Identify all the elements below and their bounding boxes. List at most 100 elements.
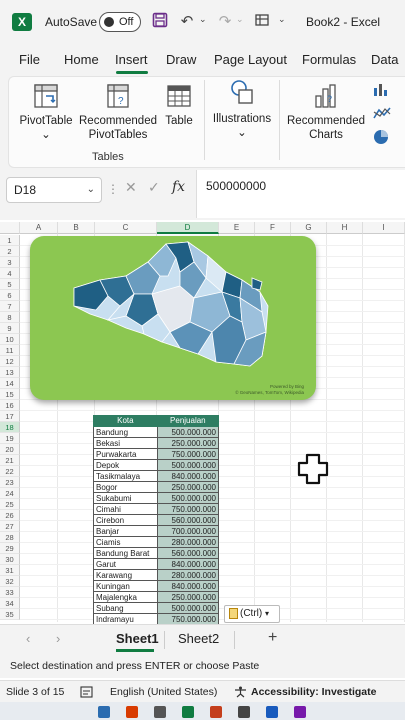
tab-home[interactable]: Home <box>64 52 99 67</box>
row-header-12[interactable]: 12 <box>0 356 20 367</box>
row-header-19[interactable]: 19 <box>0 433 20 444</box>
column-header-h[interactable]: H <box>327 222 363 234</box>
previous-sheet-icon[interactable]: ‹ <box>26 631 30 646</box>
row-header-16[interactable]: 16 <box>0 400 20 411</box>
notes-icon[interactable] <box>80 686 93 701</box>
row-header-31[interactable]: 31 <box>0 565 20 576</box>
header-kota[interactable]: Kota <box>93 415 158 427</box>
cell-penjualan[interactable]: 500.000.000 <box>156 459 220 471</box>
cell-kota[interactable]: Sukabumi <box>93 492 158 504</box>
row-header-25[interactable]: 25 <box>0 499 20 510</box>
cell-penjualan[interactable]: 700.000.000 <box>156 525 220 537</box>
cell-kota[interactable]: Ciamis <box>93 536 158 548</box>
paste-options-button[interactable]: (Ctrl) ▾ <box>224 605 280 623</box>
row-header-3[interactable]: 3 <box>0 257 20 268</box>
cell-kota[interactable]: Bekasi <box>93 437 158 449</box>
cell-kota[interactable]: Bandung <box>93 426 158 438</box>
row-header-18[interactable]: 18 <box>0 422 20 433</box>
row-header-30[interactable]: 30 <box>0 554 20 565</box>
sheet-tab-sheet1[interactable]: Sheet1 <box>116 631 159 646</box>
cell-kota[interactable]: Banjar <box>93 525 158 537</box>
row-header-32[interactable]: 32 <box>0 576 20 587</box>
add-sheet-icon[interactable]: + <box>268 629 277 647</box>
cell-penjualan[interactable]: 840.000.000 <box>156 580 220 592</box>
cell-kota[interactable]: Cirebon <box>93 514 158 526</box>
cell-penjualan[interactable]: 840.000.000 <box>156 470 220 482</box>
cell-penjualan[interactable]: 500.000.000 <box>156 492 220 504</box>
taskbar-app-icon[interactable] <box>98 706 110 718</box>
cell-kota[interactable]: Indramayu <box>93 613 158 625</box>
row-header-11[interactable]: 11 <box>0 345 20 356</box>
cell-penjualan[interactable]: 280.000.000 <box>156 536 220 548</box>
undo-dropdown-icon[interactable]: ⌄ <box>199 14 207 25</box>
taskbar-app-icon[interactable] <box>210 706 222 718</box>
column-header-a[interactable]: A <box>20 222 58 234</box>
cell-kota[interactable]: Kuningan <box>93 580 158 592</box>
tab-draw[interactable]: Draw <box>166 52 196 67</box>
cell-penjualan[interactable]: 250.000.000 <box>156 591 220 603</box>
column-header-c[interactable]: C <box>95 222 157 234</box>
row-header-5[interactable]: 5 <box>0 279 20 290</box>
column-header-b[interactable]: B <box>58 222 95 234</box>
row-header-27[interactable]: 27 <box>0 521 20 532</box>
cell-penjualan[interactable]: 500.000.000 <box>156 426 220 438</box>
row-header-33[interactable]: 33 <box>0 587 20 598</box>
taskbar-app-icon[interactable] <box>126 706 138 718</box>
autosave-toggle[interactable]: Off <box>99 12 141 32</box>
cell-kota[interactable]: Bandung Barat <box>93 547 158 559</box>
column-header-g[interactable]: G <box>291 222 327 234</box>
cell-penjualan[interactable]: 750.000.000 <box>156 613 220 625</box>
insert-function-icon[interactable]: fx <box>172 179 185 195</box>
row-header-22[interactable]: 22 <box>0 466 20 477</box>
map-picture[interactable]: Powered by Bing © GeoNames, TomTom, Wiki… <box>30 236 316 400</box>
pivottable-button[interactable]: PivotTable ⌄ <box>16 82 76 142</box>
sheet-tab-sheet2[interactable]: Sheet2 <box>178 631 219 646</box>
cell-penjualan[interactable]: 750.000.000 <box>156 448 220 460</box>
column-header-f[interactable]: F <box>255 222 291 234</box>
redo-dropdown-icon[interactable]: ⌄ <box>236 14 244 25</box>
pie-chart-icon[interactable] <box>372 128 392 151</box>
redo-icon[interactable]: ↷ <box>216 12 234 32</box>
name-box-dropdown-icon[interactable]: ⌄ <box>87 184 95 195</box>
row-header-9[interactable]: 9 <box>0 323 20 334</box>
formula-input[interactable]: 500000000 <box>196 170 405 218</box>
cell-penjualan[interactable]: 560.000.000 <box>156 547 220 559</box>
illustrations-button[interactable]: Illustrations ⌄ <box>210 78 274 140</box>
row-header-7[interactable]: 7 <box>0 301 20 312</box>
row-header-10[interactable]: 10 <box>0 334 20 345</box>
cell-kota[interactable]: Majalengka <box>93 591 158 603</box>
row-header-13[interactable]: 13 <box>0 367 20 378</box>
cell-kota[interactable]: Bogor <box>93 481 158 493</box>
row-header-6[interactable]: 6 <box>0 290 20 301</box>
cell-penjualan[interactable]: 560.000.000 <box>156 514 220 526</box>
accessibility-icon[interactable] <box>234 686 247 701</box>
cell-kota[interactable]: Garut <box>93 558 158 570</box>
select-all-corner[interactable] <box>0 222 20 234</box>
row-header-21[interactable]: 21 <box>0 455 20 466</box>
cell-kota[interactable]: Cimahi <box>93 503 158 515</box>
bar-chart-icon[interactable] <box>372 80 392 103</box>
cell-kota[interactable]: Purwakarta <box>93 448 158 460</box>
row-header-24[interactable]: 24 <box>0 488 20 499</box>
row-header-28[interactable]: 28 <box>0 532 20 543</box>
tab-insert[interactable]: Insert <box>115 52 148 67</box>
row-header-14[interactable]: 14 <box>0 378 20 389</box>
tab-file[interactable]: File <box>19 52 40 67</box>
taskbar-app-icon[interactable] <box>294 706 306 718</box>
row-header-15[interactable]: 15 <box>0 389 20 400</box>
accessibility-status[interactable]: Accessibility: Investigate <box>251 686 376 698</box>
cell-kota[interactable]: Tasikmalaya <box>93 470 158 482</box>
enter-icon[interactable]: ✓ <box>148 179 160 196</box>
taskbar-app-icon[interactable] <box>266 706 278 718</box>
taskbar-app-icon[interactable] <box>154 706 166 718</box>
row-header-8[interactable]: 8 <box>0 312 20 323</box>
tab-data[interactable]: Data <box>371 52 398 67</box>
row-header-34[interactable]: 34 <box>0 598 20 609</box>
row-header-2[interactable]: 2 <box>0 246 20 257</box>
column-header-d[interactable]: D <box>157 222 219 234</box>
column-header-i[interactable]: I <box>363 222 405 234</box>
cell-penjualan[interactable]: 250.000.000 <box>156 437 220 449</box>
cell-penjualan[interactable]: 280.000.000 <box>156 569 220 581</box>
name-box[interactable]: D18 ⌄ <box>6 177 102 203</box>
recommended-charts-button[interactable]: ? Recommended Charts <box>284 82 368 142</box>
